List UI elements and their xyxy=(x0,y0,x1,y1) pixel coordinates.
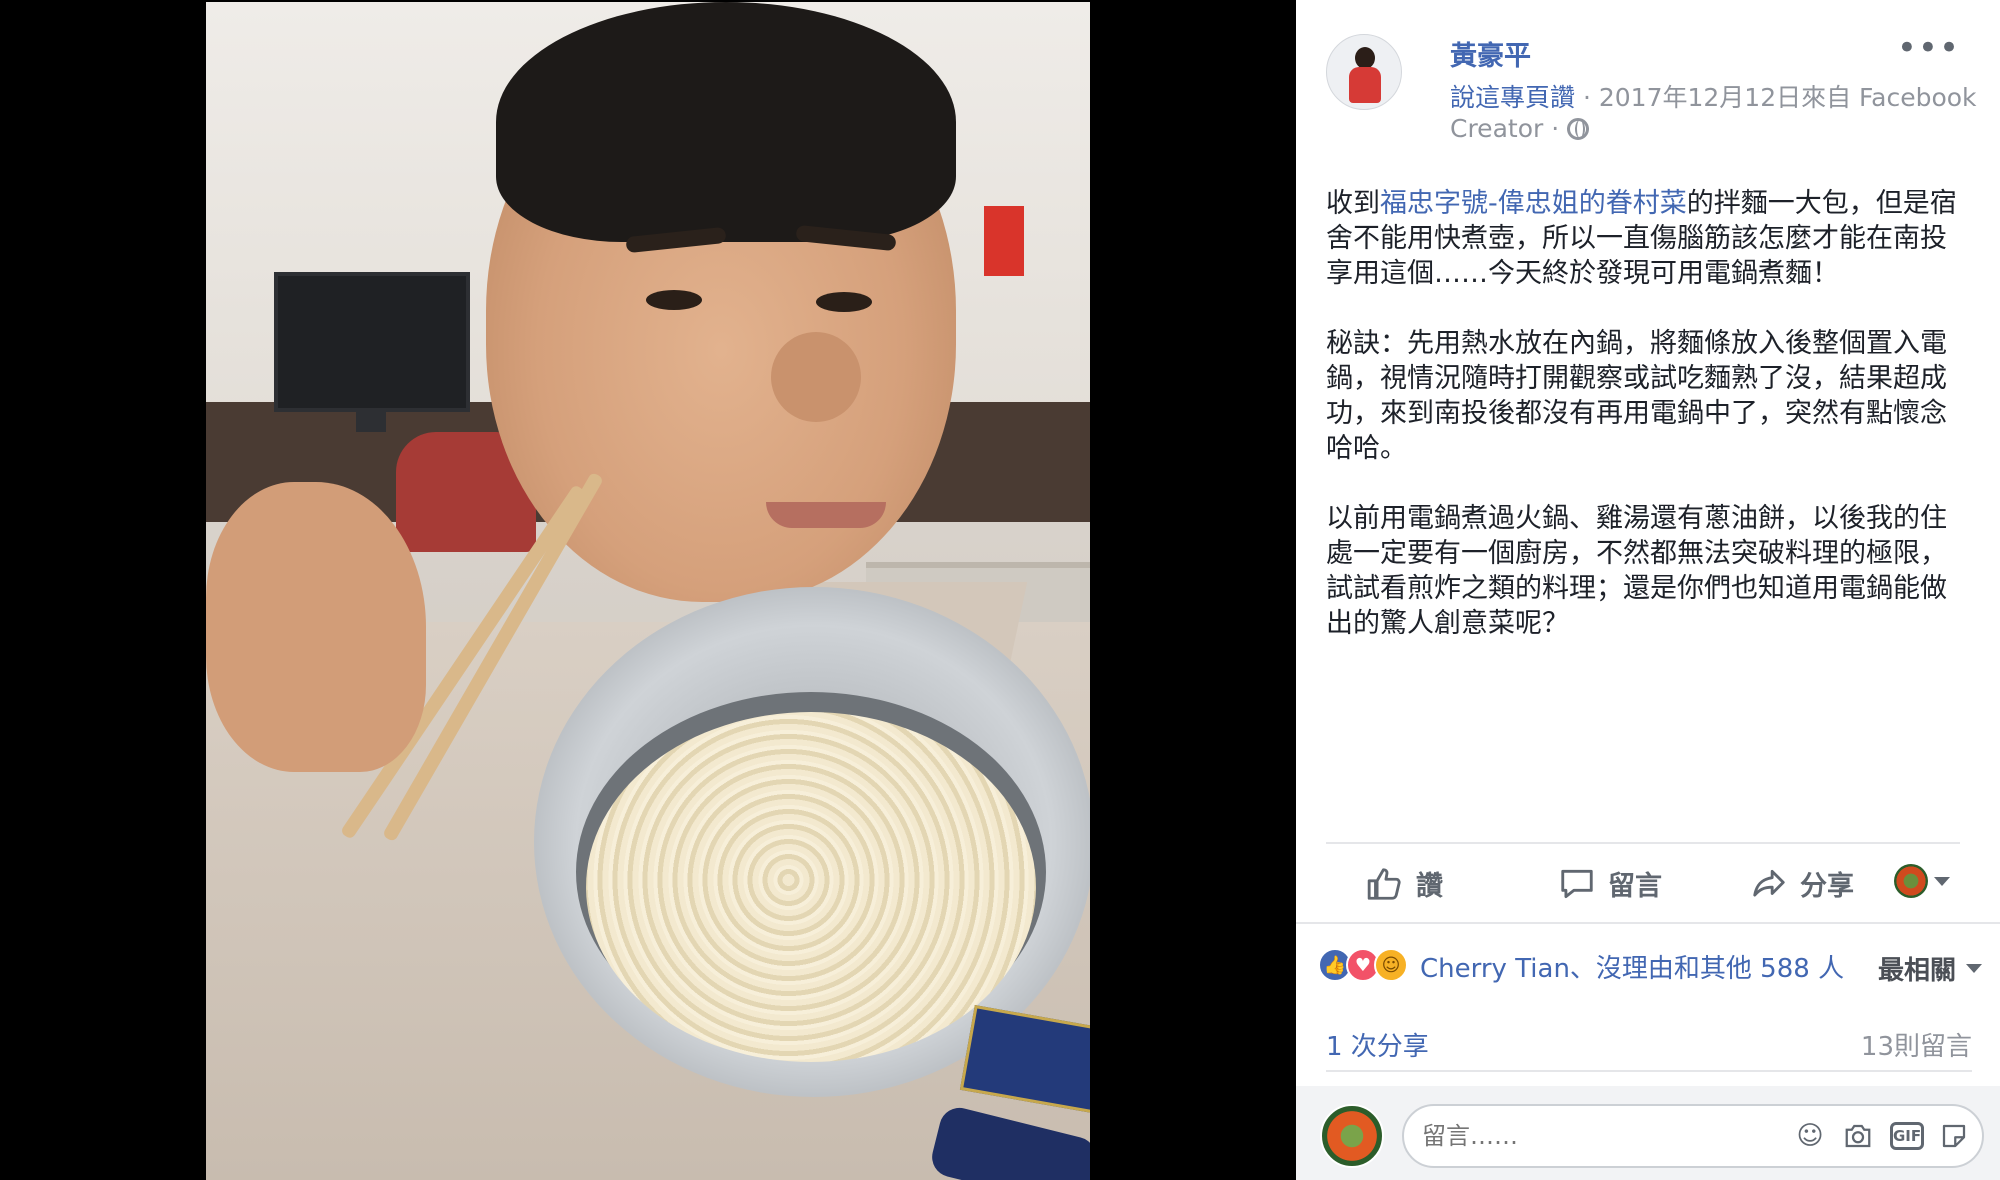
reactions-summary: 👍 ♥ ☺ Cherry Tian、沒理由和其他 588 人 最相關 xyxy=(1296,922,2000,1010)
comment-sort-dropdown[interactable]: 最相關 xyxy=(1878,950,1982,987)
post-body: 收到福忠字號-偉忠姐的眷村菜的拌麵一大包，但是宿舍不能用快煮壺，所以一直傷腦筋該… xyxy=(1326,186,1966,676)
gif-icon[interactable]: GIF xyxy=(1890,1122,1924,1150)
post-actions: 讚 留言 分享 xyxy=(1326,842,1960,922)
commenter-avatar[interactable] xyxy=(1320,1104,1384,1168)
comments-count-link[interactable]: 13則留言 xyxy=(1861,1026,1972,1063)
photo-mouth xyxy=(766,502,886,528)
caret-down-icon xyxy=(1934,876,1950,886)
post-side-panel: 黃豪平 說這專頁讚 · 2017年12月12日來自 Facebook Creat… xyxy=(1296,0,2000,1180)
post-paragraph-1: 收到福忠字號-偉忠姐的眷村菜的拌麵一大包，但是宿舍不能用快煮壺，所以一直傷腦筋該… xyxy=(1326,186,1966,291)
post-meta-app: Creator · xyxy=(1450,114,1590,143)
post-stats: 1 次分享 13則留言 xyxy=(1326,1010,1972,1072)
post-text: 收到 xyxy=(1326,188,1380,219)
photo-viewer xyxy=(0,0,1296,1180)
share-icon xyxy=(1753,869,1785,897)
comment-composer: ☺ GIF xyxy=(1296,1086,2000,1180)
like-button[interactable]: 讚 xyxy=(1366,864,1443,903)
page-mention-link[interactable]: 福忠字號-偉忠姐的眷村菜 xyxy=(1380,188,1687,219)
meta-separator: · xyxy=(1575,83,1599,112)
post-photo[interactable] xyxy=(206,2,1090,1180)
shares-count-link[interactable]: 1 次分享 xyxy=(1326,1026,1429,1063)
post-as-page-selector[interactable] xyxy=(1894,864,1950,898)
share-button[interactable]: 分享 xyxy=(1750,864,1854,903)
sticker-icon[interactable] xyxy=(1938,1120,1970,1152)
post-paragraph-2: 秘訣：先用熱水放在內鍋，將麵條放入後整個置入電鍋，視情況隨時打開觀察或試吃麵熟了… xyxy=(1326,328,1947,464)
post-app-name[interactable]: Creator · xyxy=(1450,114,1567,143)
comment-label: 留言 xyxy=(1608,871,1662,902)
author-name[interactable]: 黃豪平 xyxy=(1450,34,1531,73)
page-avatar-icon xyxy=(1894,864,1928,898)
like-page-link[interactable]: 說這專頁讚 xyxy=(1450,83,1575,112)
photo-monitor-stand xyxy=(356,410,386,432)
post-timestamp[interactable]: 2017年12月12日來自 Facebook xyxy=(1599,83,1977,112)
photo-monitor xyxy=(274,272,470,412)
sort-label: 最相關 xyxy=(1877,956,1956,986)
thumbs-up-icon xyxy=(1367,867,1401,900)
share-label: 分享 xyxy=(1800,871,1854,902)
photo-nose xyxy=(771,332,861,422)
reaction-icons[interactable]: 👍 ♥ ☺ xyxy=(1318,948,1408,982)
photo-hair xyxy=(496,2,956,242)
post-header: 黃豪平 說這專頁讚 · 2017年12月12日來自 Facebook Creat… xyxy=(1326,31,1980,144)
reactors-link[interactable]: Cherry Tian、沒理由和其他 588 人 xyxy=(1420,948,1844,985)
emoji-icon[interactable]: ☺ xyxy=(1794,1120,1826,1152)
caret-down-icon xyxy=(1966,964,1982,973)
photo-eye-right xyxy=(816,292,872,312)
post-paragraph-3: 以前用電鍋煮過火鍋、雞湯還有蔥油餅，以後我的住處一定要有一個廚房，不然都無法突破… xyxy=(1326,503,1947,639)
photo-hand xyxy=(206,482,426,772)
globe-icon[interactable] xyxy=(1567,118,1590,140)
haha-reaction-icon: ☺ xyxy=(1374,948,1408,982)
avatar-head xyxy=(1355,47,1375,69)
comment-icon xyxy=(1561,869,1593,898)
photo-red-tag xyxy=(984,206,1024,276)
more-options-icon[interactable]: ••• xyxy=(1897,31,1960,65)
comment-button[interactable]: 留言 xyxy=(1558,864,1662,903)
like-label: 讚 xyxy=(1416,871,1443,902)
camera-icon[interactable] xyxy=(1842,1120,1874,1152)
author-avatar[interactable] xyxy=(1326,34,1402,110)
photo-noodles xyxy=(586,712,1036,1062)
photo-eye-left xyxy=(646,290,702,310)
post-meta: 說這專頁讚 · 2017年12月12日來自 Facebook xyxy=(1450,78,1977,114)
avatar-body xyxy=(1349,67,1381,103)
